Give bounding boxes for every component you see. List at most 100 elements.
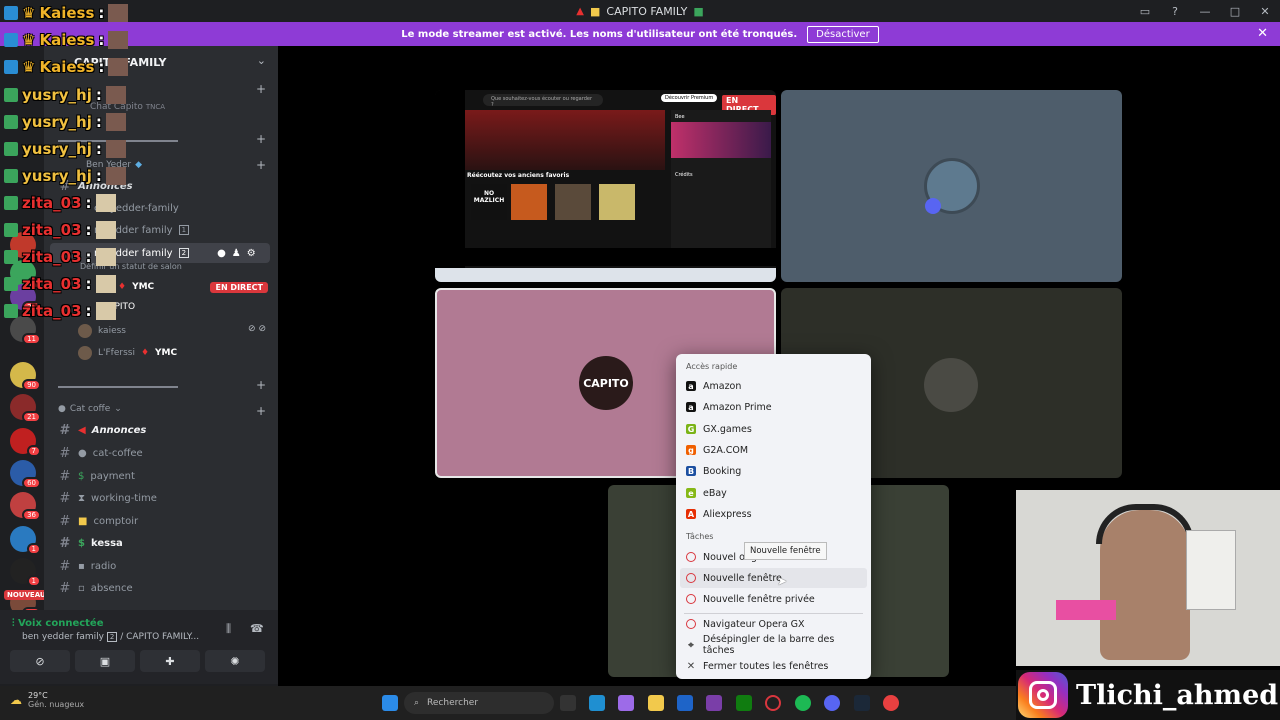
- jumplist-open-app[interactable]: Navigateur Opera GX: [680, 614, 867, 634]
- headphones: [1096, 504, 1194, 544]
- mention-badge: 1: [26, 575, 41, 587]
- emote: [105, 113, 126, 131]
- server-icon[interactable]: 36: [10, 492, 41, 521]
- add-channel-icon[interactable]: +: [256, 132, 266, 146]
- soundboard-button[interactable]: ✺: [205, 650, 265, 672]
- jumplist-label: Navigateur Opera GX: [703, 618, 805, 630]
- emote: [108, 4, 129, 22]
- help-icon[interactable]: ?: [1160, 2, 1190, 20]
- chat-icon[interactable]: ●: [217, 248, 226, 259]
- jumplist-item-booking[interactable]: B Booking: [680, 461, 867, 481]
- channel-family-2[interactable]: n yedder family 1: [94, 220, 278, 240]
- emote: [95, 248, 116, 266]
- jumplist-item-ebay[interactable]: e eBay: [680, 483, 867, 503]
- server-icon[interactable]: 1: [10, 526, 41, 555]
- activity-button[interactable]: ✚: [140, 650, 200, 672]
- channel-kessa[interactable]: # $ kessa: [58, 533, 268, 553]
- weather-icon: ☁: [10, 693, 22, 707]
- avatar: [924, 358, 978, 412]
- store-icon[interactable]: [677, 695, 693, 711]
- invite-icon[interactable]: ♟: [232, 248, 241, 259]
- stream-tile-spotify[interactable]: Que souhaitez-vous écouter ou regarder ?…: [435, 90, 776, 282]
- jumplist-label: G2A.COM: [703, 444, 749, 456]
- voice-user[interactable]: kaiess: [78, 324, 126, 338]
- jumplist-item-amazon-prime[interactable]: a Amazon Prime: [680, 397, 867, 417]
- xbox-icon[interactable]: [736, 695, 752, 711]
- chevron-down-icon[interactable]: ⌄: [257, 54, 266, 67]
- opera-icon: [686, 594, 696, 604]
- channel-absence[interactable]: # ▫ absence: [58, 578, 268, 598]
- server-icon[interactable]: 1: [10, 558, 41, 587]
- app-icon[interactable]: [706, 695, 722, 711]
- opera-gx-icon[interactable]: [765, 695, 781, 711]
- screen-share-button[interactable]: ▣: [75, 650, 135, 672]
- voice-user[interactable]: L'Fferssi ♦ YMC: [78, 346, 177, 360]
- jumplist-new-window[interactable]: Nouvelle fenêtre: [680, 568, 867, 588]
- add-channel-icon[interactable]: +: [256, 378, 266, 392]
- server-icon[interactable]: 60: [10, 460, 41, 489]
- discord-icon[interactable]: [824, 695, 840, 711]
- server-icon[interactable]: 7: [10, 428, 41, 457]
- edge-icon[interactable]: [589, 695, 605, 711]
- jumplist-item-aliexpress[interactable]: A Aliexpress: [680, 504, 867, 524]
- spotify-player-bar: [435, 248, 776, 266]
- channel-cat-coffee[interactable]: # ● cat-coffee: [58, 443, 268, 463]
- ebay-icon: e: [686, 488, 696, 498]
- jumplist-unpin[interactable]: ⌖ Désépingler de la barre des tâches: [680, 634, 867, 656]
- channel-comptoir[interactable]: # ■ comptoir: [58, 511, 268, 531]
- channel-count: 2: [178, 248, 190, 258]
- amazon-icon: a: [686, 402, 696, 412]
- explorer-icon[interactable]: [648, 695, 664, 711]
- channel-label: payment: [90, 470, 135, 482]
- folder-icon: ■: [589, 4, 601, 18]
- task-view-icon[interactable]: [560, 695, 576, 711]
- social-banner: Tlichi_ahmed: [1016, 670, 1280, 720]
- gear-icon[interactable]: ⚙: [247, 248, 256, 259]
- mention-badge: 36: [22, 509, 41, 521]
- maximize-button[interactable]: □: [1220, 2, 1250, 20]
- channel-annonces-2[interactable]: # ◀ Annonces: [58, 420, 268, 440]
- jumplist-new-private-window[interactable]: Nouvelle fenêtre privée: [680, 589, 867, 609]
- noise-icon[interactable]: ⫼: [226, 622, 231, 636]
- overlay-chat-line: yusry_hj:: [4, 140, 126, 158]
- channel-family[interactable]: en-yedder-family: [94, 198, 278, 218]
- weather-widget[interactable]: ☁ 29°C Gén. nuageux: [10, 691, 84, 709]
- add-channel-icon[interactable]: +: [256, 82, 266, 96]
- opera-icon: [686, 552, 696, 562]
- steam-icon[interactable]: [854, 695, 870, 711]
- camera-off-button[interactable]: ⊘: [10, 650, 70, 672]
- channel-working-time[interactable]: # ⧗ working-time: [58, 488, 268, 508]
- channel-payment[interactable]: # $ payment: [58, 466, 268, 486]
- app-icon[interactable]: [883, 695, 899, 711]
- category-cat-coffe[interactable]: ● Cat coffe ⌄: [58, 404, 122, 414]
- overlay-chat-line: yusry_hj:: [4, 86, 126, 104]
- close-button[interactable]: ✕: [1250, 2, 1280, 20]
- server-icon[interactable]: 21: [10, 394, 41, 423]
- jumplist-item-g2a[interactable]: g G2A.COM: [680, 440, 867, 460]
- add-channel-icon[interactable]: +: [256, 404, 266, 418]
- spotify-icon[interactable]: [795, 695, 811, 711]
- start-icon[interactable]: [382, 695, 398, 711]
- chat-sep: :: [98, 4, 105, 22]
- minimize-button[interactable]: —: [1190, 2, 1220, 20]
- search-box[interactable]: ⌕ Rechercher: [404, 692, 554, 714]
- video-tile[interactable]: [781, 90, 1122, 282]
- mention-badge: 90: [22, 379, 41, 391]
- jumplist-close-all[interactable]: ✕ Fermer toutes les fenêtres: [680, 656, 867, 676]
- inbox-icon[interactable]: ▭: [1130, 2, 1160, 20]
- close-icon[interactable]: ✕: [1257, 26, 1268, 41]
- user-tag: YMC: [132, 282, 155, 292]
- jumplist-item-gx-games[interactable]: G GX.games: [680, 419, 867, 439]
- copilot-icon[interactable]: [618, 695, 634, 711]
- disable-streamer-button[interactable]: Désactiver: [807, 25, 879, 43]
- emote: [105, 140, 126, 158]
- server-icon[interactable]: 90: [10, 362, 41, 391]
- chat-sep: :: [85, 221, 92, 239]
- voice-path[interactable]: ben yedder family 2 / CAPITO FAMILY...: [22, 632, 222, 642]
- weather-label: Gén. nuageux: [28, 700, 85, 709]
- channel-radio[interactable]: # ▪ radio: [58, 556, 268, 576]
- jumplist-item-amazon[interactable]: a Amazon: [680, 376, 867, 396]
- disconnect-icon[interactable]: ☎: [250, 622, 264, 635]
- add-channel-icon[interactable]: +: [256, 158, 266, 172]
- voice-user[interactable]: ♦ YMC: [118, 282, 154, 292]
